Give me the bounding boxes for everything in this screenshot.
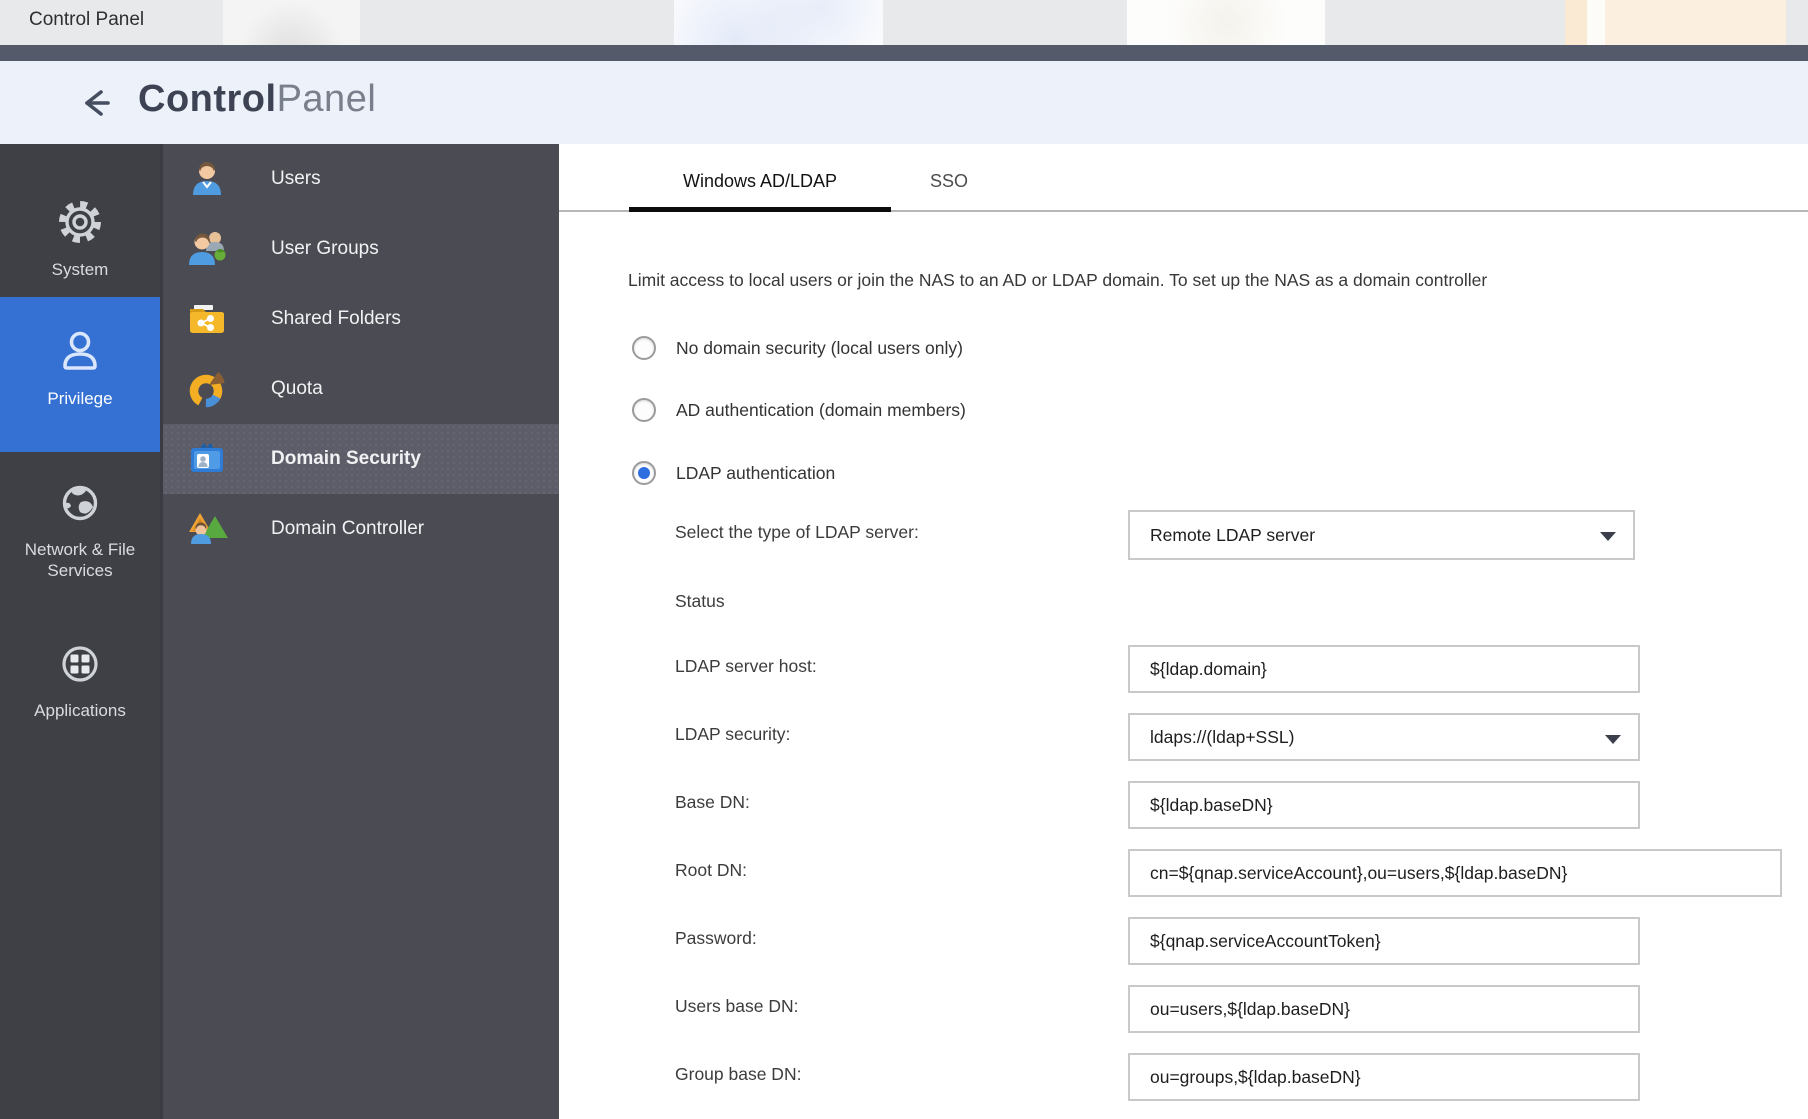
tab-bar: Windows AD/LDAP SSO [559, 144, 1808, 212]
domain-controller-icon [185, 507, 229, 551]
radio-icon [632, 336, 656, 360]
menu-item-label: Users [271, 168, 321, 190]
main-content: Windows AD/LDAP SSO Limit access to loca… [559, 144, 1808, 1119]
page-title: ControlPanel [138, 78, 376, 121]
sidebar-item-label: System [0, 259, 160, 280]
quota-donut-icon [185, 367, 229, 411]
chevron-down-icon [1600, 532, 1616, 541]
label-ldap-security: LDAP security: [675, 724, 790, 745]
radio-icon [632, 398, 656, 422]
radio-label: LDAP authentication [676, 463, 835, 484]
base-dn-input[interactable] [1128, 781, 1640, 829]
sidebar-item-network-file-services[interactable]: Network & File Services [0, 452, 160, 602]
menu-item-label: Quota [271, 378, 323, 400]
menu-item-domain-security[interactable]: Domain Security [163, 424, 559, 494]
tab-sso[interactable]: SSO [889, 144, 1009, 212]
dropdown-value: ldaps://(ldap+SSL) [1150, 727, 1294, 748]
user-group-icon [185, 227, 229, 271]
window-title-bar [0, 45, 1808, 61]
sidebar-item-label: Privilege [0, 388, 160, 409]
menu-item-label: Domain Security [271, 448, 421, 470]
sidebar-item-label: Network & File Services [0, 539, 160, 581]
background-window-thumbnail[interactable] [1127, 0, 1325, 45]
dropdown-ldap-server-type[interactable]: Remote LDAP server [1128, 510, 1635, 560]
label-root-dn: Root DN: [675, 860, 747, 881]
users-base-dn-input[interactable] [1128, 985, 1640, 1033]
tab-windows-ad-ldap[interactable]: Windows AD/LDAP [629, 144, 891, 212]
domain-security-badge-icon [185, 437, 229, 481]
globe-icon [53, 476, 107, 530]
person-icon [52, 323, 108, 379]
user-icon [185, 157, 229, 201]
background-window-thumbnail[interactable] [674, 0, 883, 45]
page-title-bold: Control [138, 78, 277, 120]
radio-ldap-authentication[interactable]: LDAP authentication [632, 461, 835, 485]
taskbar-tab-control-panel[interactable]: Control Panel [0, 0, 192, 45]
menu-item-label: User Groups [271, 238, 379, 260]
apps-grid-icon [53, 637, 107, 691]
gear-icon [52, 194, 108, 250]
dropdown-value: Remote LDAP server [1150, 525, 1315, 546]
radio-label: AD authentication (domain members) [676, 400, 966, 421]
menu-item-shared-folders[interactable]: Shared Folders [163, 284, 559, 354]
radio-label: No domain security (local users only) [676, 338, 963, 359]
background-window-thumbnail[interactable] [1565, 0, 1786, 45]
label-base-dn: Base DN: [675, 792, 750, 813]
label-password: Password: [675, 928, 757, 949]
menu-item-quota[interactable]: Quota [163, 354, 559, 424]
background-window-thumbnail[interactable] [223, 0, 360, 45]
label-status: Status [675, 591, 725, 612]
ldap-server-host-input[interactable] [1128, 645, 1640, 693]
sidebar-item-applications[interactable]: Applications [0, 617, 160, 747]
screen: Control Panel ControlPanel [0, 0, 1808, 1119]
radio-ad-authentication[interactable]: AD authentication (domain members) [632, 398, 966, 422]
chevron-down-icon [1605, 735, 1621, 744]
label-select-ldap-server-type: Select the type of LDAP server: [675, 522, 919, 543]
label-group-base-dn: Group base DN: [675, 1064, 801, 1085]
taskbar-strip: Control Panel [0, 0, 1808, 45]
nav-sidebar: System Privilege Network & File Services [0, 144, 160, 1119]
password-input[interactable] [1128, 917, 1640, 965]
sidebar-item-system[interactable]: System [0, 171, 160, 297]
sidebar-item-privilege[interactable]: Privilege [0, 297, 160, 452]
back-button[interactable] [76, 83, 116, 123]
menu-sidebar: Users User Groups [160, 144, 559, 1119]
shared-folder-icon [185, 297, 229, 341]
radio-icon-selected [632, 461, 656, 485]
menu-item-label: Domain Controller [271, 518, 424, 540]
app-header: ControlPanel [0, 61, 1808, 144]
menu-item-users[interactable]: Users [163, 144, 559, 214]
menu-item-user-groups[interactable]: User Groups [163, 214, 559, 284]
menu-item-label: Shared Folders [271, 308, 401, 330]
taskbar-tab-label: Control Panel [29, 9, 144, 31]
dropdown-ldap-security[interactable]: ldaps://(ldap+SSL) [1128, 713, 1640, 761]
sidebar-item-label: Applications [0, 700, 160, 721]
menu-item-domain-controller[interactable]: Domain Controller [163, 494, 559, 564]
radio-no-domain-security[interactable]: No domain security (local users only) [632, 336, 963, 360]
page-title-light: Panel [277, 78, 377, 120]
label-users-base-dn: Users base DN: [675, 996, 799, 1017]
arrow-left-icon [76, 83, 116, 123]
description-text: Limit access to local users or join the … [628, 270, 1487, 291]
group-base-dn-input[interactable] [1128, 1053, 1640, 1101]
label-ldap-server-host: LDAP server host: [675, 656, 817, 677]
root-dn-input[interactable] [1128, 849, 1782, 897]
